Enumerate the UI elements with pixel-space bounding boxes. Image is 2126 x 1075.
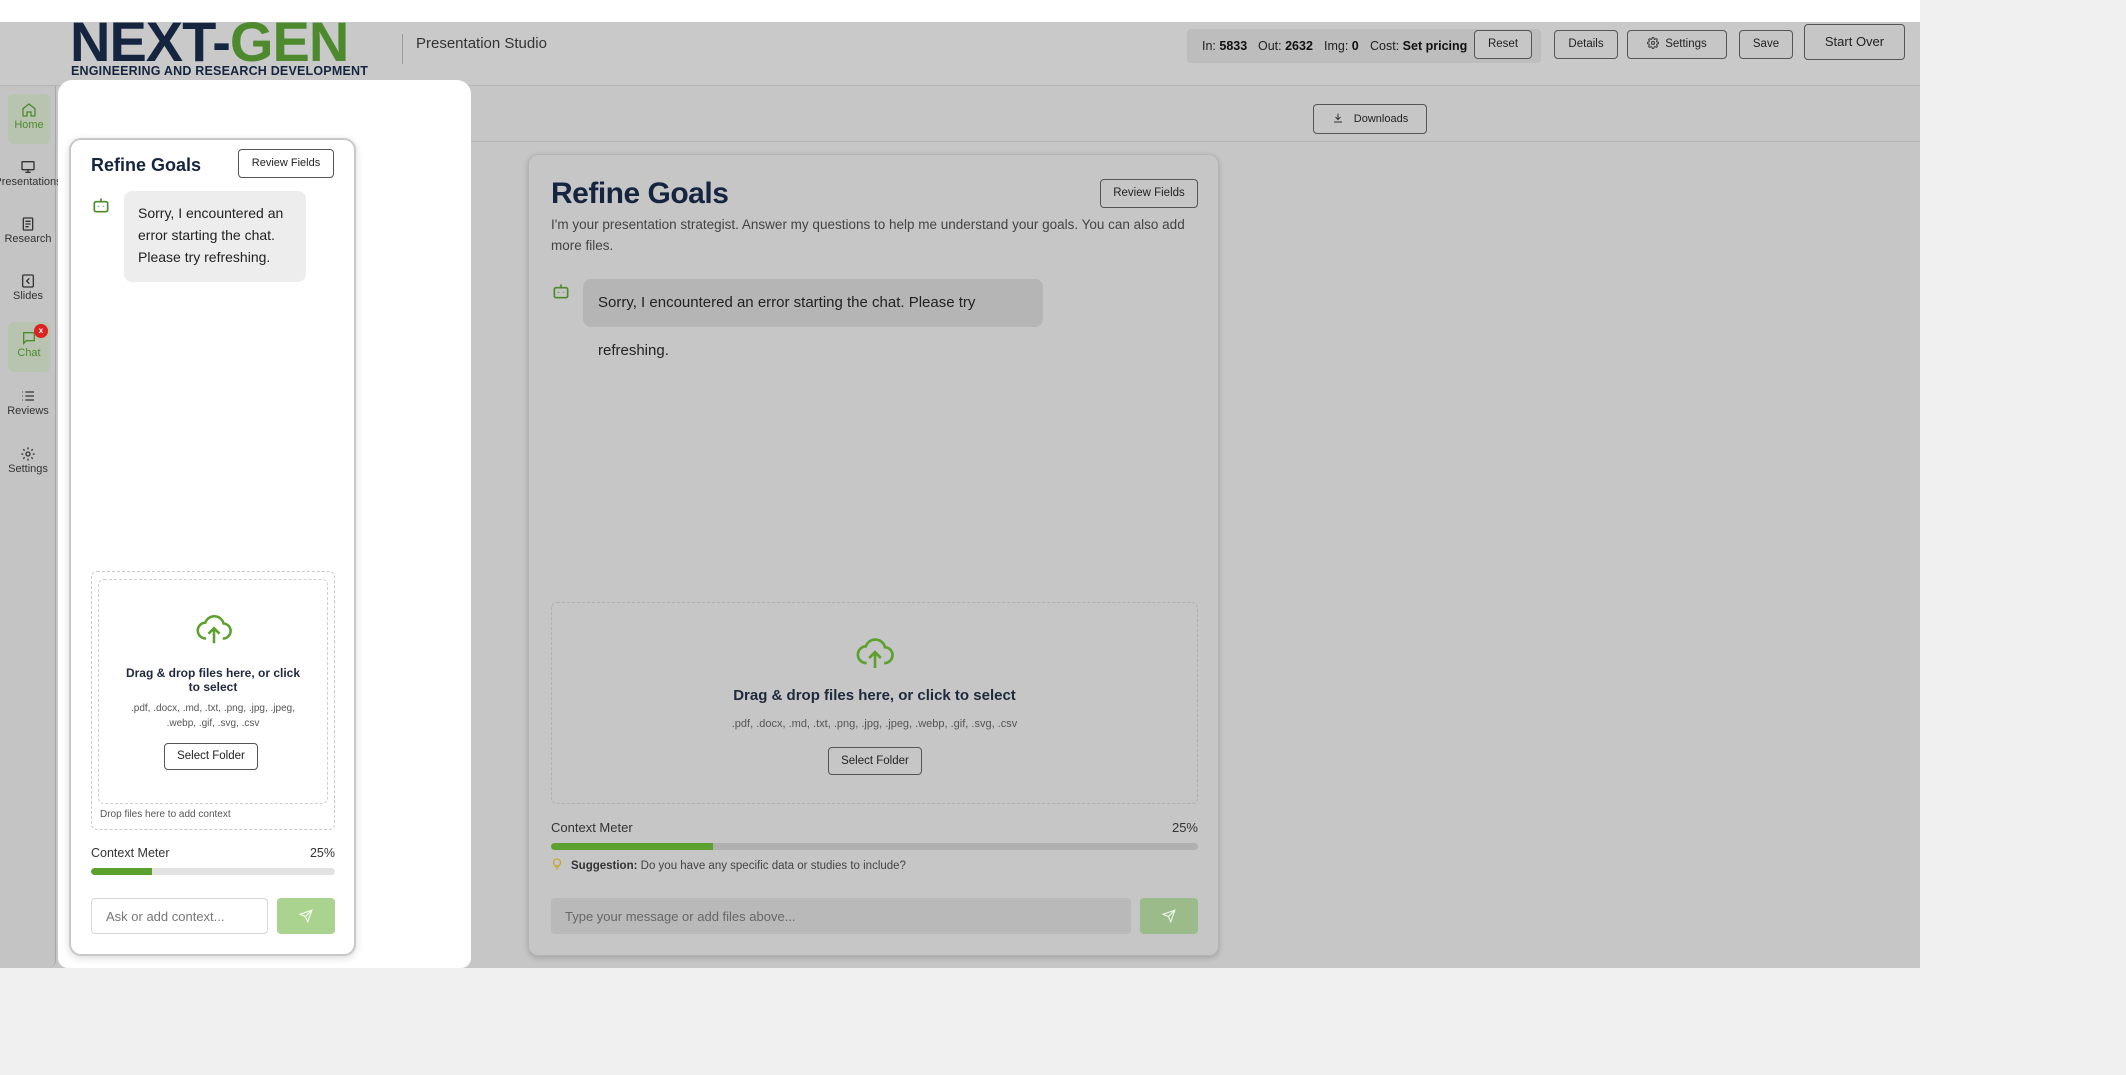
select-folder-button[interactable]: Select Folder [828,747,922,775]
sidebar-label: Slides [13,290,43,302]
sidebar-item-chat[interactable]: x Chat [8,322,50,372]
presentation-icon [21,161,35,173]
send-button[interactable] [1140,898,1198,934]
context-meter-track [551,843,1198,850]
sidebar-label: Research [4,233,52,245]
left-sidebar: Home Presentations Research Slides x Cha… [0,86,62,968]
suggestion-text: Do you have any specific data or studies… [640,860,906,872]
chat-popover-panel: Refine Goals Review Fields Sorry, I enco… [69,138,356,956]
panel-dropzone-file-types: .pdf, .docx, .md, .txt, .png, .jpg, .jpe… [131,703,295,729]
header-divider [402,34,403,64]
drop-hint: Drop files here to add context [100,809,231,820]
page-title: Refine Goals [551,177,729,210]
panel-context-meter-label: Context Meter [91,846,170,860]
list-icon [22,391,34,401]
dropzone-title: Drag & drop files here, or click to sele… [733,687,1016,704]
intro-text: I'm your presentation strategist. Answer… [551,217,1185,253]
panel-dropzone-title: Drag & drop files here, or click to sele… [125,666,301,694]
sidebar-label: Home [14,119,44,131]
sidebar-item-slides[interactable]: Slides [0,265,56,315]
details-button[interactable]: Details [1554,30,1618,59]
panel-context-meter-fill [91,868,152,875]
bot-icon [553,284,569,299]
send-icon [299,909,313,923]
settings-button[interactable]: Settings [1627,30,1727,59]
sidebar-item-home[interactable]: Home [8,94,50,144]
bot-icon [93,198,109,213]
settings-label: Settings [1665,38,1707,50]
review-fields-button[interactable]: Review Fields [1100,179,1198,208]
sidebar-item-reviews[interactable]: Reviews [0,380,56,430]
panel-drop-area[interactable]: Drag & drop files here, or click to sele… [91,571,335,830]
reset-button[interactable]: Reset [1474,30,1532,59]
lightbulb-icon [553,858,561,871]
sidebar-item-presentations[interactable]: Presentations [0,151,62,201]
content-toolbar [470,101,1920,142]
stat-cost: Cost: Set pricing [1370,39,1468,53]
send-icon [1162,909,1176,923]
file-dropzone[interactable]: Drag & drop files here, or click to sele… [551,602,1198,804]
home-icon [22,103,36,117]
sidebar-item-research[interactable]: Research [0,208,56,258]
save-button[interactable]: Save [1739,30,1793,59]
panel-context-meter-value: 25% [309,846,335,860]
chat-badge: x [34,324,48,338]
app-name: Presentation Studio [416,35,547,52]
panel-review-fields-button[interactable]: Review Fields [238,149,334,178]
logo-subtitle: ENGINEERING AND RESEARCH DEVELOPMENT [71,64,369,78]
downloads-label: Downloads [1353,113,1409,125]
app-header: NEXT-GEN ENGINEERING AND RESEARCH DEVELO… [0,14,1920,86]
context-meter-value: 25% [1171,820,1198,835]
sidebar-item-settings[interactable]: Settings [0,438,56,488]
download-icon [1333,113,1342,123]
upload-cloud-icon [856,638,894,668]
upload-cloud-icon [196,614,232,644]
suggestion: Suggestion: Do you have any specific dat… [551,858,906,872]
logo-wordmark: NEXT-GEN [70,10,349,73]
brand-logo[interactable]: NEXT-GEN ENGINEERING AND RESEARCH DEVELO… [70,14,380,80]
slides-icon [22,274,34,288]
suggestion-label: Suggestion: [571,860,638,872]
gear-icon [1647,36,1660,49]
research-icon [22,217,34,231]
panel-title: Refine Goals [91,155,202,175]
dropzone-file-types: .pdf, .docx, .md, .txt, .png, .jpg, .jpe… [731,718,1018,730]
panel-context-meter-track [91,868,335,875]
stat-in: In: 5833 [1202,39,1248,53]
message-input[interactable] [551,898,1131,934]
sidebar-label: Reviews [7,405,49,417]
panel-send-button[interactable] [277,898,335,934]
panel-ask-input[interactable] [91,898,268,934]
bot-message: Sorry, I encountered an error starting t… [583,279,1043,359]
sidebar-label: Settings [8,463,48,475]
panel-file-dropzone[interactable]: Drag & drop files here, or click to sele… [98,579,328,804]
sidebar-label: Chat [17,347,41,359]
context-meter-fill [551,843,713,850]
app-window: NEXT-GEN ENGINEERING AND RESEARCH DEVELO… [0,0,1920,968]
gear-icon [21,447,35,461]
context-meter-label: Context Meter [551,820,633,835]
panel-bot-message: Sorry, I encountered an error starting t… [124,191,306,282]
stat-out: Out: 2632 [1258,39,1313,53]
downloads-button[interactable]: Downloads [1313,104,1427,134]
stat-img: Img: 0 [1324,39,1359,53]
panel-select-folder-button[interactable]: Select Folder [164,743,258,770]
sidebar-label: Presentations [0,176,62,188]
refine-goals-card: Refine Goals Review Fields I'm your pres… [528,154,1219,956]
start-over-button[interactable]: Start Over [1804,24,1905,60]
